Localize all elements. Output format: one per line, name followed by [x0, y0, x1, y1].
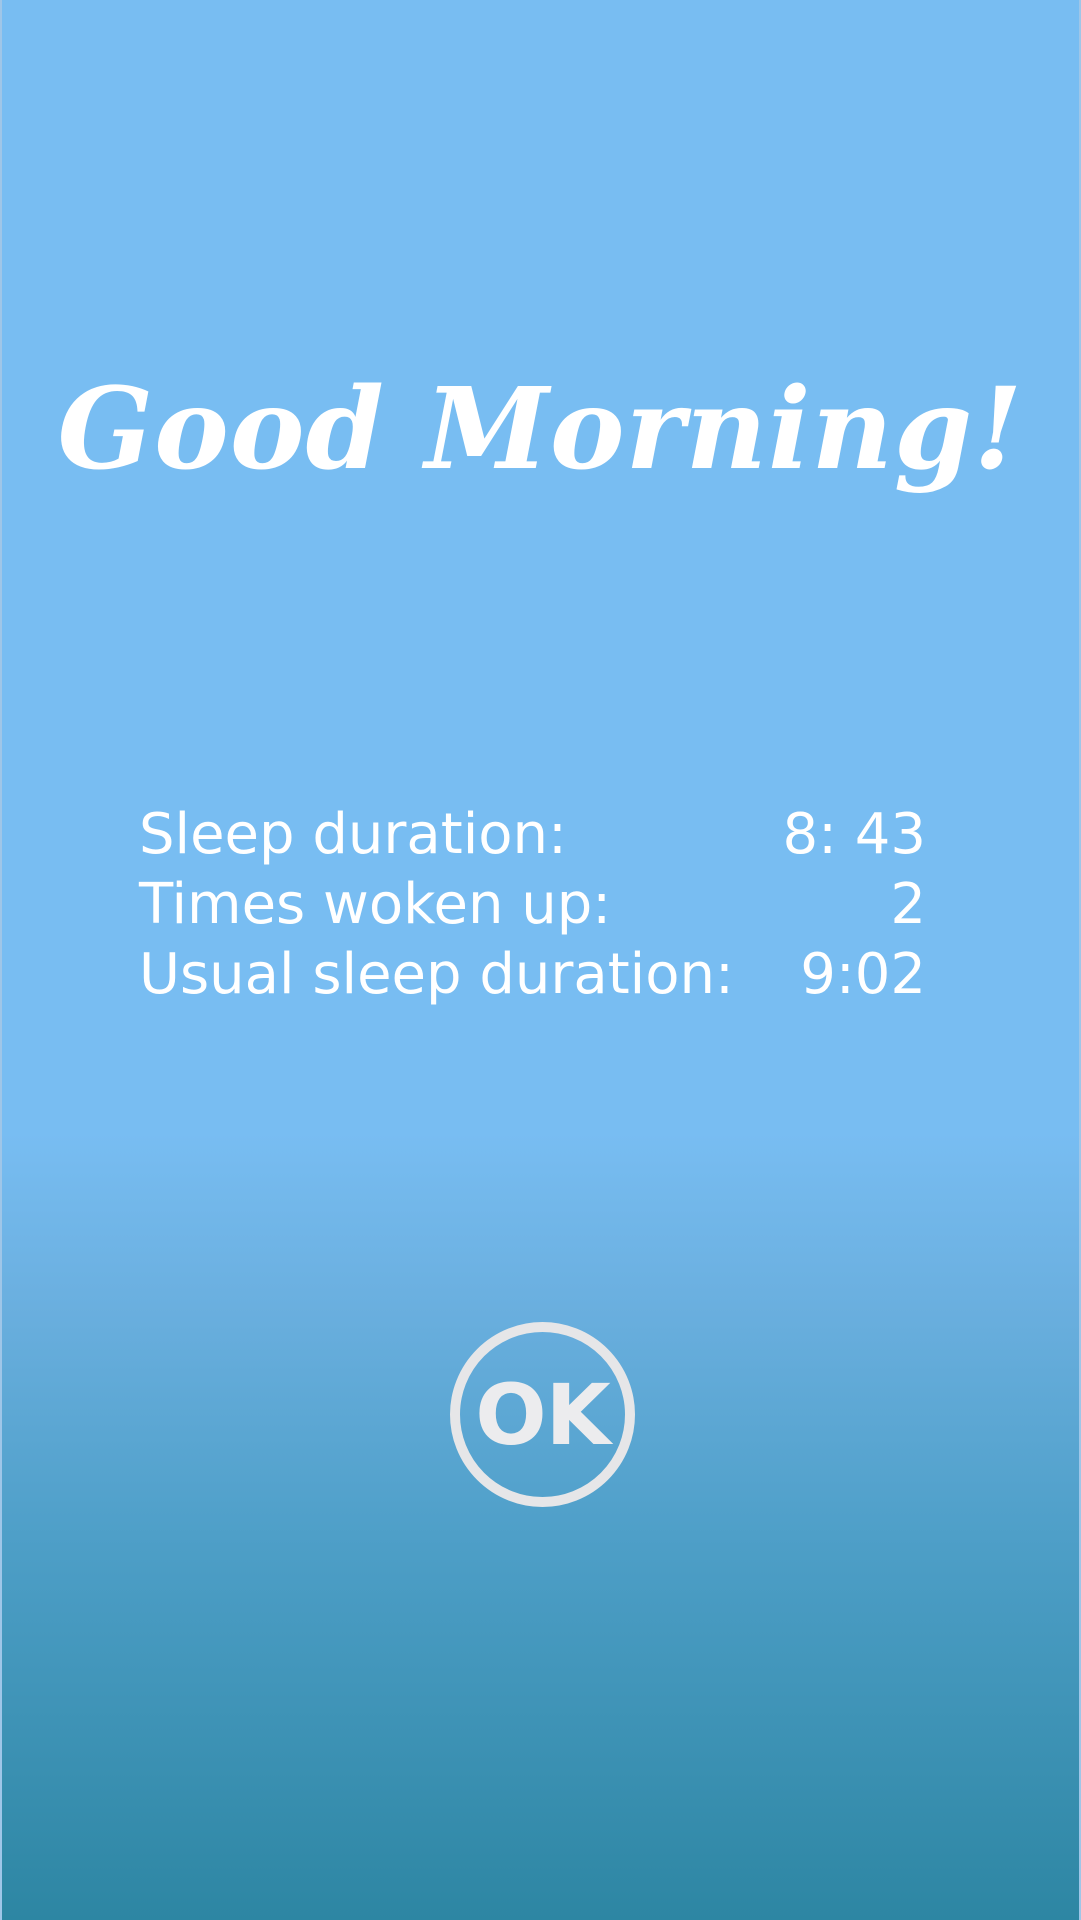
stat-row-times-woken: Times woken up: 2 [139, 870, 926, 940]
ok-button-label: OK [475, 1365, 610, 1464]
stat-value: 2 [890, 872, 926, 937]
sleep-stats: Sleep duration: 8: 43 Times woken up: 2 … [139, 800, 926, 1010]
stat-label: Usual sleep duration: [139, 942, 734, 1007]
stat-row-usual-sleep-duration: Usual sleep duration: 9:02 [139, 940, 926, 1010]
stat-value: 9:02 [800, 942, 926, 1007]
stat-value: 8: 43 [782, 802, 926, 867]
ok-button[interactable]: OK [450, 1322, 635, 1507]
stat-row-sleep-duration: Sleep duration: 8: 43 [139, 800, 926, 870]
greeting-title: Good Morning! [57, 364, 1024, 495]
stat-label: Times woken up: [139, 872, 612, 937]
stat-label: Sleep duration: [139, 802, 567, 867]
wake-up-summary-screen: Good Morning! Sleep duration: 8: 43 Time… [0, 0, 1081, 1920]
